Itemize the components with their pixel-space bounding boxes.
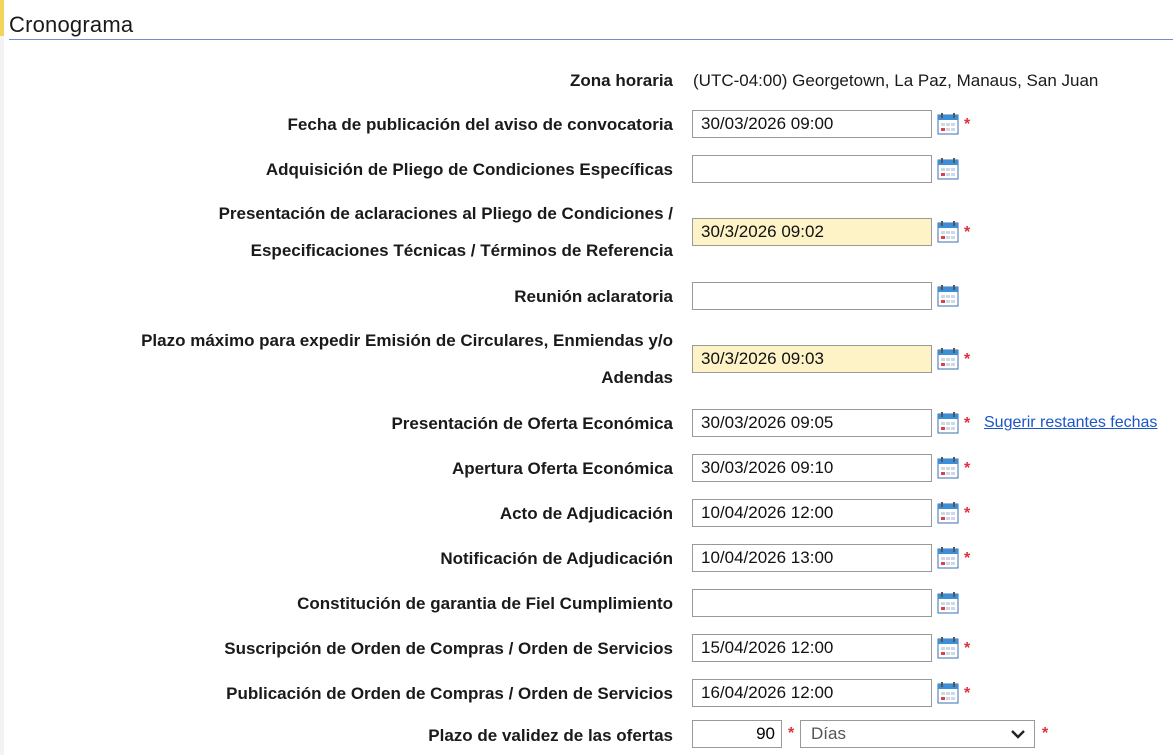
timezone-value: (UTC-04:00) Georgetown, La Paz, Manaus, … (693, 71, 1099, 90)
required-marker: * (964, 415, 971, 432)
calendar-icon[interactable] (936, 456, 960, 480)
field-row: Apertura Oferta Económica * (0, 450, 1173, 487)
left-edge-marker (0, 0, 4, 36)
required-marker: * (788, 725, 795, 742)
required-marker: * (1042, 725, 1049, 742)
date-input-publicacion-aviso[interactable] (692, 110, 932, 138)
required-marker: * (964, 505, 971, 522)
calendar-icon[interactable] (936, 636, 960, 660)
validity-unit-value: Días (811, 724, 846, 743)
section-header: Cronograma (9, 10, 1173, 40)
calendar-icon[interactable] (936, 411, 960, 435)
timezone-label: Zona horaria (570, 71, 673, 90)
date-input-publicacion-orden[interactable] (692, 679, 932, 707)
field-label-line-1: Presentación de aclaraciones al Pliego d… (218, 204, 673, 223)
timezone-row: Zona horaria (UTC-04:00) Georgetown, La … (0, 62, 1173, 99)
section-title: Cronograma (9, 12, 134, 37)
field-row: Constitución de garantia de Fiel Cumplim… (0, 585, 1173, 622)
required-marker: * (964, 460, 971, 477)
required-marker: * (964, 224, 971, 241)
field-row: Acto de Adjudicación * (0, 495, 1173, 532)
date-input-presentacion-aclaraciones[interactable] (692, 218, 932, 246)
field-label: Apertura Oferta Económica (451, 459, 673, 478)
field-label: Constitución de garantia de Fiel Cumplim… (297, 594, 673, 613)
validity-label: Plazo de validez de las ofertas (428, 726, 673, 745)
date-input-garantia-fiel-cumplimiento[interactable] (692, 589, 932, 617)
field-label: Acto de Adjudicación (499, 504, 673, 523)
required-marker: * (964, 550, 971, 567)
field-row: Plazo máximo para expedir Emisión de Cir… (0, 322, 1173, 396)
required-marker: * (964, 685, 971, 702)
field-row: Presentación de Oferta Económica * Suger… (0, 405, 1173, 442)
field-row: Adquisición de Pliego de Condiciones Esp… (0, 151, 1173, 188)
date-input-notificacion-adjudicacion[interactable] (692, 544, 932, 572)
field-row: Notificación de Adjudicación * (0, 540, 1173, 577)
field-label: Suscripción de Orden de Compras / Orden … (224, 639, 673, 658)
required-marker: * (964, 116, 971, 133)
field-label: Publicación de Orden de Compras / Orden … (226, 684, 673, 703)
calendar-icon[interactable] (936, 546, 960, 570)
field-row: Fecha de publicación del aviso de convoc… (0, 106, 1173, 143)
date-input-suscripcion-orden[interactable] (692, 634, 932, 662)
date-input-reunion-aclaratoria[interactable] (692, 282, 932, 310)
field-label: Reunión aclaratoria (514, 287, 673, 306)
calendar-icon[interactable] (936, 220, 960, 244)
field-label-line-2: Adendas (601, 368, 673, 387)
date-input-acto-adjudicacion[interactable] (692, 499, 932, 527)
date-input-presentacion-oferta[interactable] (692, 409, 932, 437)
field-row: Publicación de Orden de Compras / Orden … (0, 675, 1173, 712)
field-label: Presentación de Oferta Económica (391, 414, 673, 433)
field-label: Notificación de Adjudicación (440, 549, 673, 568)
field-label: Adquisición de Pliego de Condiciones Esp… (265, 160, 673, 179)
calendar-icon[interactable] (936, 681, 960, 705)
calendar-icon[interactable] (936, 157, 960, 181)
validity-unit-select[interactable]: Días (800, 720, 1035, 748)
field-label-line-1: Plazo máximo para expedir Emisión de Cir… (141, 331, 673, 350)
chevron-down-icon (1011, 730, 1025, 739)
calendar-icon[interactable] (936, 347, 960, 371)
calendar-icon[interactable] (936, 591, 960, 615)
field-row: Reunión aclaratoria (0, 278, 1173, 315)
date-input-plazo-circulares[interactable] (692, 345, 932, 373)
calendar-icon[interactable] (936, 501, 960, 525)
calendar-icon[interactable] (936, 112, 960, 136)
field-row: Presentación de aclaraciones al Pliego d… (0, 195, 1173, 269)
field-label-line-2: Especificaciones Técnicas / Términos de … (250, 241, 673, 260)
suggest-dates-link[interactable]: Sugerir restantes fechas (984, 410, 1157, 436)
validity-number-input[interactable] (692, 720, 782, 748)
required-marker: * (964, 640, 971, 657)
field-label: Fecha de publicación del aviso de convoc… (287, 115, 673, 134)
date-input-adquisicion-pliego[interactable] (692, 155, 932, 183)
validity-row: Plazo de validez de las ofertas * Días * (0, 717, 1173, 754)
field-row: Suscripción de Orden de Compras / Orden … (0, 630, 1173, 667)
calendar-icon[interactable] (936, 284, 960, 308)
date-input-apertura-oferta[interactable] (692, 454, 932, 482)
required-marker: * (964, 351, 971, 368)
